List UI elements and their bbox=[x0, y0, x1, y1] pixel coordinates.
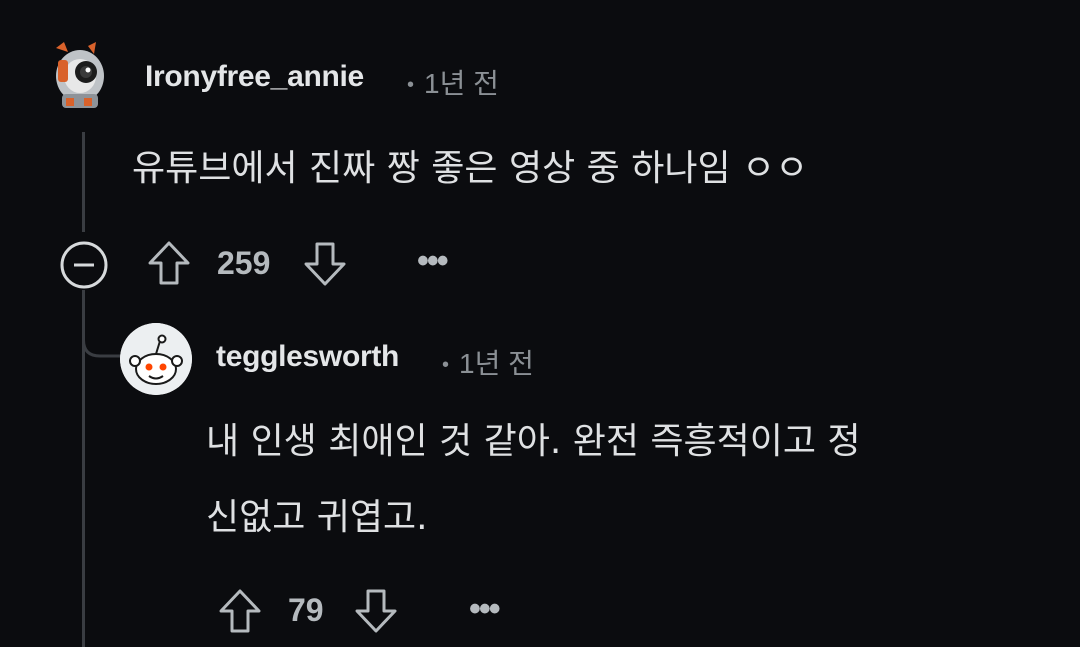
more-options-icon[interactable]: ••• bbox=[469, 590, 501, 629]
comment-timestamp: • 1년 전 bbox=[442, 342, 534, 382]
comment-username[interactable]: Ironyfree_annie bbox=[145, 60, 364, 94]
upvote-icon[interactable] bbox=[146, 239, 192, 287]
upvote-icon[interactable] bbox=[217, 587, 263, 635]
comment-timestamp: • 1년 전 bbox=[407, 62, 499, 102]
comment-username[interactable]: tegglesworth bbox=[216, 340, 399, 374]
collapse-icon[interactable] bbox=[59, 240, 109, 290]
downvote-icon[interactable] bbox=[353, 587, 399, 635]
downvote-icon[interactable] bbox=[302, 240, 348, 288]
more-options-icon[interactable]: ••• bbox=[417, 242, 449, 281]
comment-body-line-2: 신없고 귀엽고. bbox=[206, 497, 428, 538]
comment-score: 79 bbox=[288, 592, 324, 628]
avatar[interactable] bbox=[48, 42, 112, 112]
thread-line-main bbox=[82, 132, 85, 232]
comment-time: 1년 전 bbox=[424, 68, 499, 99]
separator-dot: • bbox=[442, 354, 450, 377]
comment-body-line-1: 내 인생 최애인 것 같아. 완전 즉흥적이고 정 bbox=[206, 421, 861, 462]
comment-time: 1년 전 bbox=[459, 348, 534, 379]
avatar[interactable] bbox=[120, 323, 192, 395]
comment-body: 유튜브에서 진짜 짱 좋은 영상 중 하나임 ㅇㅇ bbox=[132, 148, 809, 189]
separator-dot: • bbox=[407, 74, 415, 97]
comment-score: 259 bbox=[217, 245, 271, 281]
